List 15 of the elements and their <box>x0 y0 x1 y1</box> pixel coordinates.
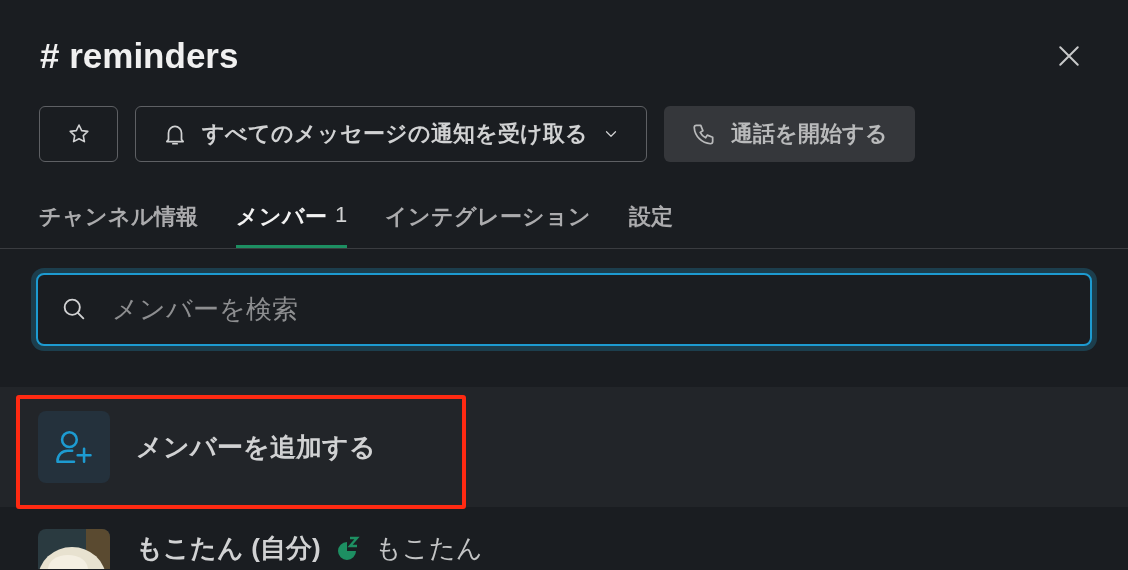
channel-title: # reminders <box>40 36 239 76</box>
member-display-name: もこたん <box>374 532 483 565</box>
add-member-item[interactable]: メンバーを追加する <box>0 387 1128 507</box>
member-item[interactable]: もこたん (自分) もこたん <box>38 529 1090 569</box>
tab[interactable]: インテグレーション <box>385 186 592 248</box>
start-call-button[interactable]: 通話を開始する <box>664 106 915 162</box>
search-field[interactable]: メンバーを検索 <box>36 273 1092 346</box>
add-person-icon <box>38 411 110 483</box>
phone-icon <box>691 121 717 147</box>
tab[interactable]: メンバー 1 <box>236 186 348 248</box>
star-button[interactable] <box>39 106 118 162</box>
tab[interactable]: チャンネル情報 <box>39 186 198 248</box>
member-name: もこたん (自分) <box>136 532 321 565</box>
notification-dropdown[interactable]: すべてのメッセージの通知を受け取る <box>135 106 647 162</box>
tab[interactable]: 設定 <box>629 186 674 248</box>
